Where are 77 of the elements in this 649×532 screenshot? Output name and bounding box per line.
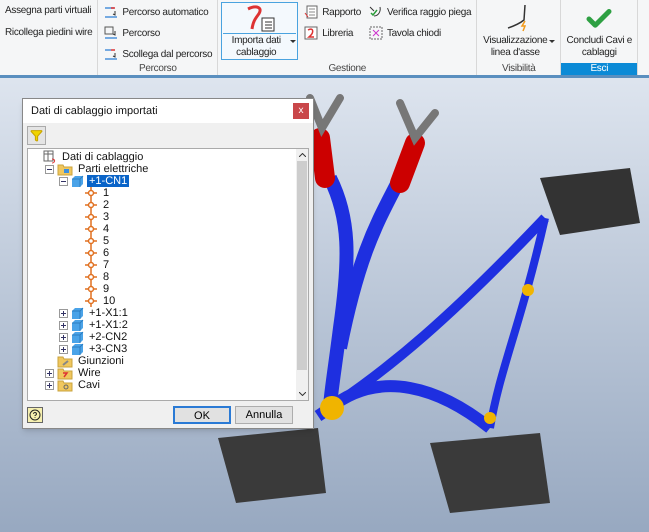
pin-icon	[85, 295, 98, 307]
pin-icon	[85, 259, 98, 271]
ribbon-button[interactable]: Percorso automatico	[101, 2, 214, 22]
tree-item[interactable]: 5	[101, 235, 112, 247]
ribbon-group-label: Visibilità	[501, 63, 537, 75]
pin-icon	[85, 211, 98, 223]
tree-item[interactable]: 3	[101, 211, 112, 223]
ribbon-button[interactable]: Tavola chiodi	[366, 23, 474, 43]
nailboard-icon	[368, 25, 384, 41]
collapse-toggle[interactable]	[45, 164, 54, 174]
expand-toggle[interactable]	[45, 368, 54, 378]
ribbon-button[interactable]: Libreria	[301, 23, 363, 43]
ribbon-group-label: Gestione	[327, 63, 368, 75]
library-icon	[303, 25, 320, 41]
tree-item[interactable]: Cavi	[76, 379, 102, 391]
tree-item[interactable]: Dati di cablaggio	[60, 151, 146, 163]
scrollbar[interactable]	[296, 149, 308, 400]
pin-icon	[85, 199, 98, 211]
ribbon-large-button[interactable]: Importa dati cablaggio	[221, 2, 298, 60]
tree-item[interactable]: 10	[101, 295, 118, 307]
folder-icon	[57, 354, 73, 368]
pin-icon	[85, 271, 98, 283]
window-title: Dati di cablaggio importati	[31, 104, 158, 119]
tree-item[interactable]: 9	[101, 283, 112, 295]
cube-icon	[71, 306, 84, 320]
help-icon	[29, 409, 41, 421]
tree-item[interactable]: +2-CN2	[87, 331, 130, 343]
ribbon-button[interactable]: Verifica raggio piega	[366, 2, 474, 22]
ribbon-button[interactable]: Percorso	[101, 23, 214, 43]
tree-item[interactable]: +1-X1:1	[87, 307, 130, 319]
dropdown-caret-icon	[549, 40, 556, 43]
expand-toggle[interactable]	[59, 308, 68, 318]
pin-icon	[85, 247, 98, 259]
tree-item[interactable]: 6	[101, 247, 112, 259]
ribbon-large-button[interactable]: Visualizzazione linea d'asse	[480, 2, 558, 60]
route-icon	[103, 25, 120, 41]
pin-icon	[85, 187, 98, 199]
expand-toggle[interactable]	[59, 332, 68, 342]
ribbon-button[interactable]: Ricollega piedini wire	[3, 24, 94, 41]
report-icon	[303, 4, 320, 20]
expand-toggle[interactable]	[59, 320, 68, 330]
expand-toggle[interactable]	[45, 380, 54, 390]
ribbon-large-button[interactable]: Concludi Cavi e cablaggi	[564, 2, 634, 60]
pin-icon	[85, 235, 98, 247]
tree-item[interactable]: Parti elettriche	[76, 163, 150, 175]
tree-item[interactable]: +3-CN3	[87, 343, 130, 355]
dialog-button[interactable]: Annulla	[235, 406, 293, 424]
ribbon-button[interactable]: Assegna parti virtuali	[3, 2, 94, 19]
tree-item[interactable]: 8	[101, 271, 112, 283]
tree-item[interactable]: 2	[101, 199, 112, 211]
folder-icon	[57, 162, 73, 176]
cube-icon	[71, 318, 84, 332]
dialog-button[interactable]: OK	[173, 406, 231, 424]
tree-item[interactable]: Wire	[76, 367, 103, 379]
ribbon-button[interactable]: Scollega dal percorso	[101, 44, 214, 64]
dropdown-caret-icon	[290, 40, 296, 43]
tree-item[interactable]: +1-X1:2	[87, 319, 130, 331]
folder-icon	[57, 378, 73, 392]
collapse-toggle[interactable]	[59, 176, 68, 186]
cube-icon	[71, 330, 84, 344]
pin-icon	[85, 223, 98, 235]
ribbon-button[interactable]: Rapporto	[301, 2, 363, 22]
tree-item[interactable]: 4	[101, 223, 112, 235]
tree-item[interactable]: 1	[101, 187, 112, 199]
tree-item[interactable]: Giunzioni	[76, 355, 126, 367]
pin-icon	[85, 283, 98, 295]
cube-icon	[71, 174, 84, 188]
close-button[interactable]: x	[293, 103, 309, 119]
ribbon-group-label: Esci	[561, 63, 638, 75]
filter-icon	[30, 129, 43, 142]
ribbon-group-label: Percorso	[138, 63, 178, 75]
expand-toggle[interactable]	[59, 344, 68, 354]
folder-icon	[57, 366, 73, 380]
help-button[interactable]	[27, 407, 43, 423]
tree-item[interactable]: 7	[101, 259, 112, 271]
cube-icon	[71, 342, 84, 356]
tree-item[interactable]: +1-CN1	[87, 175, 130, 187]
